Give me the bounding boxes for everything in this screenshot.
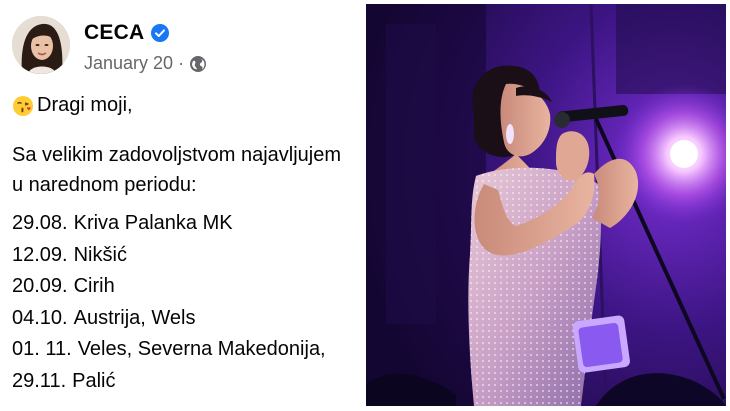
face-blowing-kiss-emoji — [13, 95, 33, 116]
tour-date: 01. 11. — [12, 338, 72, 360]
meta-separator: · — [178, 53, 185, 73]
list-item: 29.11. Palić — [12, 366, 326, 398]
list-item: 04.10. Austrija, Wels — [12, 303, 326, 335]
tour-place: Palić — [72, 369, 116, 392]
tour-place: Austrija, Wels — [73, 306, 196, 329]
tour-place: Kriva Palanka MK — [73, 212, 233, 234]
tour-dates-list: 29.08. Kriva Palanka MK 12.09. Nikšić 20.0… — [12, 208, 326, 397]
greeting-line: Dragi moji, — [12, 94, 133, 117]
facebook-post: CECA January 20 · Dragi moji, Sa velikim… — [0, 0, 366, 411]
intro-line-2: u narednom periodu: — [12, 174, 197, 196]
avatar[interactable] — [12, 16, 70, 74]
list-item: 12.09. Nikšić — [12, 240, 326, 272]
tour-date: 20.09. — [12, 275, 68, 297]
list-item: 01. 11. Veles, Severna Makedonija, — [12, 334, 326, 366]
tour-place: Nikšić — [73, 243, 127, 266]
greeting-text: Dragi moji, — [37, 94, 133, 116]
tour-place: Cirih — [73, 275, 115, 297]
tour-date: 29.11. — [12, 369, 67, 392]
post-date[interactable]: January 20 — [84, 53, 173, 74]
collage: CECA January 20 · Dragi moji, Sa velikim… — [0, 0, 730, 411]
intro-line-1: Sa velikim zadovoljstvom najavljujem — [12, 144, 342, 166]
list-item: 29.08. Kriva Palanka MK — [12, 208, 326, 240]
verified-badge-icon — [151, 24, 170, 42]
post-meta: January 20 · — [84, 53, 207, 74]
tour-date: 04.10. — [12, 306, 68, 329]
author-name[interactable]: CECA — [84, 21, 144, 45]
tour-date: 29.08. — [12, 212, 68, 234]
author-row: CECA — [84, 20, 170, 46]
tour-place: Veles, Severna Makedonija, — [77, 338, 326, 360]
globe-icon — [190, 55, 207, 72]
singer-on-stage-image — [366, 4, 726, 406]
tour-date: 12.09. — [12, 243, 68, 266]
post-intro: Sa velikim zadovoljstvom najavljujem u n… — [12, 140, 366, 200]
profile-photo — [12, 16, 70, 74]
list-item: 20.09. Cirih — [12, 271, 326, 303]
concert-photo — [366, 4, 726, 406]
